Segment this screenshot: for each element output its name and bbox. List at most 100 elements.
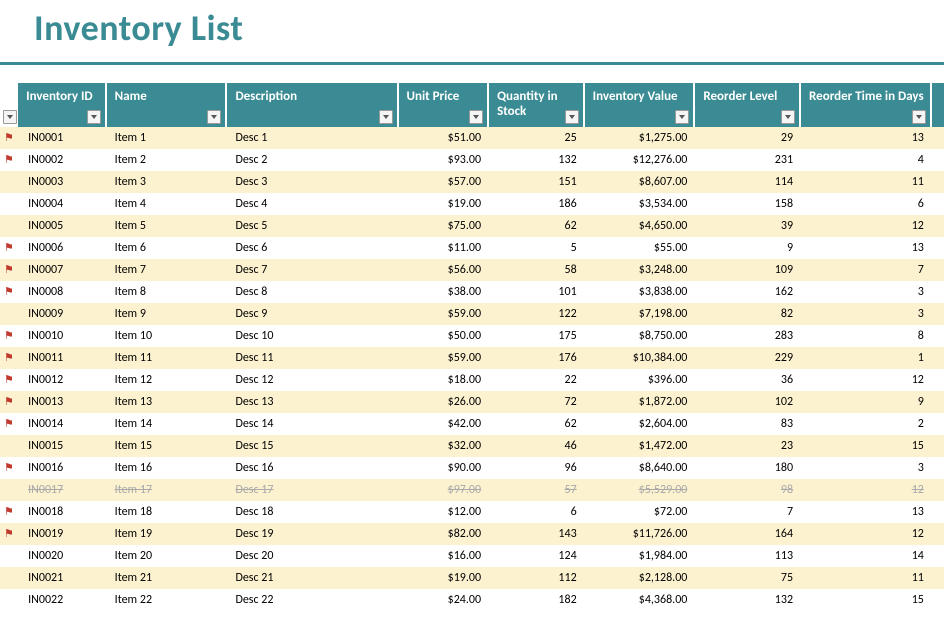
cell-id: IN0007	[18, 259, 107, 281]
cell-tail	[932, 127, 944, 149]
cell-name: Item 20	[107, 545, 228, 567]
cell-inventory-value: $5,529.00	[585, 479, 696, 501]
cell-flag: ⚑	[0, 127, 18, 149]
cell-reorder-level: 158	[695, 193, 801, 215]
table-row[interactable]: ⚑IN0010Item 10Desc 10$50.00175$8,750.002…	[0, 325, 944, 347]
cell-reorder-days: 12	[801, 369, 932, 391]
cell-inventory-value: $1,984.00	[585, 545, 696, 567]
table-row[interactable]: ⚑IN0016Item 16Desc 16$90.0096$8,640.0018…	[0, 457, 944, 479]
cell-reorder-level: 231	[695, 149, 801, 171]
cell-quantity: 151	[489, 171, 585, 193]
cell-tail	[932, 457, 944, 479]
column-header-inventory-value[interactable]: Inventory Value	[585, 83, 696, 127]
column-header-name[interactable]: Name	[107, 83, 228, 127]
table-row[interactable]: ⚑IN0018Item 18Desc 18$12.006$72.00713	[0, 501, 944, 523]
cell-reorder-days: 6	[801, 193, 932, 215]
flag-icon: ⚑	[4, 285, 14, 298]
column-header-reorder-days[interactable]: Reorder Time in Days	[801, 83, 932, 127]
column-header-description[interactable]: Description	[227, 83, 398, 127]
page-title: Inventory List	[34, 6, 944, 50]
cell-tail	[932, 413, 944, 435]
cell-id: IN0015	[18, 435, 107, 457]
table-row[interactable]: IN0020Item 20Desc 20$16.00124$1,984.0011…	[0, 545, 944, 567]
cell-inventory-value: $10,384.00	[585, 347, 696, 369]
cell-id: IN0002	[18, 149, 107, 171]
filter-dropdown-icon[interactable]	[565, 110, 579, 124]
cell-id: IN0016	[18, 457, 107, 479]
cell-description: Desc 5	[227, 215, 398, 237]
cell-flag	[0, 193, 18, 215]
cell-description: Desc 7	[227, 259, 398, 281]
cell-description: Desc 21	[227, 567, 398, 589]
cell-description: Desc 12	[227, 369, 398, 391]
table-row[interactable]: ⚑IN0001Item 1Desc 1$51.0025$1,275.002913	[0, 127, 944, 149]
cell-reorder-days: 12	[801, 215, 932, 237]
column-header-flag	[0, 83, 18, 127]
cell-tail	[932, 589, 944, 611]
filter-dropdown-icon[interactable]	[379, 110, 393, 124]
cell-flag	[0, 303, 18, 325]
table-row[interactable]: IN0022Item 22Desc 22$24.00182$4,368.0013…	[0, 589, 944, 611]
table-row[interactable]: ⚑IN0019Item 19Desc 19$82.00143$11,726.00…	[0, 523, 944, 545]
cell-id: IN0004	[18, 193, 107, 215]
cell-reorder-level: 102	[695, 391, 801, 413]
filter-dropdown-icon[interactable]	[3, 110, 17, 124]
cell-reorder-days: 13	[801, 501, 932, 523]
column-header-reorder-level[interactable]: Reorder Level	[695, 83, 801, 127]
column-label: Inventory ID	[26, 89, 93, 104]
table-row[interactable]: ⚑IN0013Item 13Desc 13$26.0072$1,872.0010…	[0, 391, 944, 413]
filter-dropdown-icon[interactable]	[87, 110, 101, 124]
cell-id: IN0022	[18, 589, 107, 611]
table-row[interactable]: IN0009Item 9Desc 9$59.00122$7,198.00823	[0, 303, 944, 325]
cell-quantity: 5	[489, 237, 585, 259]
cell-flag: ⚑	[0, 237, 18, 259]
filter-dropdown-icon[interactable]	[912, 110, 926, 124]
cell-quantity: 72	[489, 391, 585, 413]
column-label: Unit Price	[407, 89, 460, 104]
column-header-id[interactable]: Inventory ID	[18, 83, 107, 127]
cell-reorder-days: 3	[801, 303, 932, 325]
cell-tail	[932, 325, 944, 347]
cell-flag: ⚑	[0, 149, 18, 171]
table-row[interactable]: ⚑IN0006Item 6Desc 6$11.005$55.00913	[0, 237, 944, 259]
cell-inventory-value: $2,128.00	[585, 567, 696, 589]
table-header-row: Inventory ID Name Description Unit Price…	[0, 83, 944, 127]
cell-tail	[932, 193, 944, 215]
cell-unit-price: $50.00	[399, 325, 490, 347]
cell-reorder-days: 3	[801, 281, 932, 303]
filter-dropdown-icon[interactable]	[469, 110, 483, 124]
column-header-quantity[interactable]: Quantity in Stock	[489, 83, 585, 127]
table-row[interactable]: ⚑IN0014Item 14Desc 14$42.0062$2,604.0083…	[0, 413, 944, 435]
column-header-unit-price[interactable]: Unit Price	[399, 83, 490, 127]
filter-dropdown-icon[interactable]	[207, 110, 221, 124]
flag-icon: ⚑	[4, 131, 14, 144]
cell-id: IN0020	[18, 545, 107, 567]
cell-tail	[932, 237, 944, 259]
cell-inventory-value: $1,275.00	[585, 127, 696, 149]
table-row[interactable]: ⚑IN0011Item 11Desc 11$59.00176$10,384.00…	[0, 347, 944, 369]
flag-icon: ⚑	[4, 461, 14, 474]
flag-icon: ⚑	[4, 351, 14, 364]
cell-inventory-value: $55.00	[585, 237, 696, 259]
table-row[interactable]: IN0017Item 17Desc 17$97.0057$5,529.00981…	[0, 479, 944, 501]
table-row[interactable]: ⚑IN0008Item 8Desc 8$38.00101$3,838.00162…	[0, 281, 944, 303]
cell-reorder-days: 12	[801, 523, 932, 545]
table-row[interactable]: IN0004Item 4Desc 4$19.00186$3,534.001586	[0, 193, 944, 215]
cell-reorder-days: 7	[801, 259, 932, 281]
cell-unit-price: $38.00	[399, 281, 490, 303]
table-row[interactable]: ⚑IN0012Item 12Desc 12$18.0022$396.003612	[0, 369, 944, 391]
cell-quantity: 175	[489, 325, 585, 347]
table-row[interactable]: IN0015Item 15Desc 15$32.0046$1,472.00231…	[0, 435, 944, 457]
table-row[interactable]: ⚑IN0002Item 2Desc 2$93.00132$12,276.0023…	[0, 149, 944, 171]
table-row[interactable]: IN0005Item 5Desc 5$75.0062$4,650.003912	[0, 215, 944, 237]
table-row[interactable]: IN0021Item 21Desc 21$19.00112$2,128.0075…	[0, 567, 944, 589]
table-row[interactable]: ⚑IN0007Item 7Desc 7$56.0058$3,248.001097	[0, 259, 944, 281]
filter-dropdown-icon[interactable]	[781, 110, 795, 124]
filter-dropdown-icon[interactable]	[675, 110, 689, 124]
table-row[interactable]: IN0003Item 3Desc 3$57.00151$8,607.001141…	[0, 171, 944, 193]
flag-icon: ⚑	[4, 241, 14, 254]
cell-tail	[932, 501, 944, 523]
cell-flag	[0, 435, 18, 457]
flag-icon: ⚑	[4, 505, 14, 518]
cell-flag: ⚑	[0, 413, 18, 435]
